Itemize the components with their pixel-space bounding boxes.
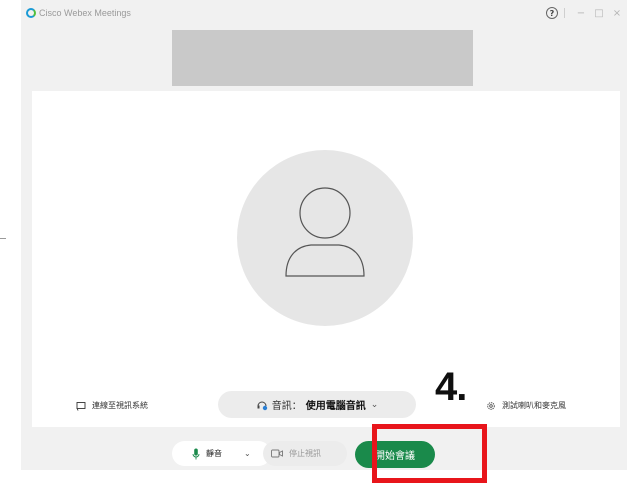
divider bbox=[564, 8, 565, 18]
audio-label: 音訊： bbox=[271, 401, 302, 412]
video-preview: 連線至視訊系統 音訊： 使用電腦音訊 ⌄ 4. 測試喇叭和麥克風 bbox=[32, 91, 620, 427]
screenshot: Cisco Webex Meetings ? − □ × 連線至視訊系統 音訊：… bbox=[0, 0, 627, 483]
chevron-down-icon[interactable]: ⌄ bbox=[244, 449, 251, 458]
highlight-annotation bbox=[372, 424, 487, 483]
redacted-banner bbox=[172, 30, 473, 86]
close-button[interactable]: × bbox=[609, 5, 625, 21]
cast-icon bbox=[76, 401, 86, 411]
stop-video-button[interactable]: 停止視訊 bbox=[263, 441, 347, 466]
mute-button[interactable]: 靜音 ⌄ bbox=[172, 441, 271, 466]
mute-label: 靜音 bbox=[206, 449, 222, 458]
window-controls: ? − □ × bbox=[546, 4, 627, 22]
chevron-down-icon: ⌄ bbox=[370, 399, 379, 410]
test-speaker-label: 測試喇叭和麥克風 bbox=[502, 401, 566, 410]
audio-connection-dropdown[interactable]: 音訊： 使用電腦音訊 ⌄ bbox=[218, 391, 416, 418]
audio-value: 使用電腦音訊 bbox=[305, 401, 366, 412]
webex-window: Cisco Webex Meetings ? − □ × 連線至視訊系統 音訊：… bbox=[21, 0, 627, 470]
webex-logo-icon bbox=[26, 8, 36, 18]
gear-icon bbox=[487, 401, 495, 410]
stray-mark bbox=[0, 238, 6, 239]
headset-icon bbox=[257, 401, 267, 410]
minimize-button[interactable]: − bbox=[573, 5, 589, 21]
user-placeholder-icon bbox=[285, 187, 365, 277]
stop-video-label: 停止視訊 bbox=[289, 449, 321, 458]
maximize-button[interactable]: □ bbox=[591, 5, 607, 21]
step-annotation: 4. bbox=[435, 365, 467, 409]
app-title: Cisco Webex Meetings bbox=[39, 8, 131, 18]
avatar bbox=[237, 150, 413, 326]
title-bar: Cisco Webex Meetings ? − □ × bbox=[21, 0, 627, 28]
test-speaker-mic-link[interactable]: 測試喇叭和麥克風 bbox=[486, 400, 566, 411]
connect-video-system-link[interactable]: 連線至視訊系統 bbox=[76, 400, 148, 411]
connect-video-label: 連線至視訊系統 bbox=[92, 401, 148, 410]
video-camera-icon bbox=[271, 449, 283, 458]
microphone-icon bbox=[192, 448, 200, 459]
help-icon[interactable]: ? bbox=[546, 7, 558, 19]
